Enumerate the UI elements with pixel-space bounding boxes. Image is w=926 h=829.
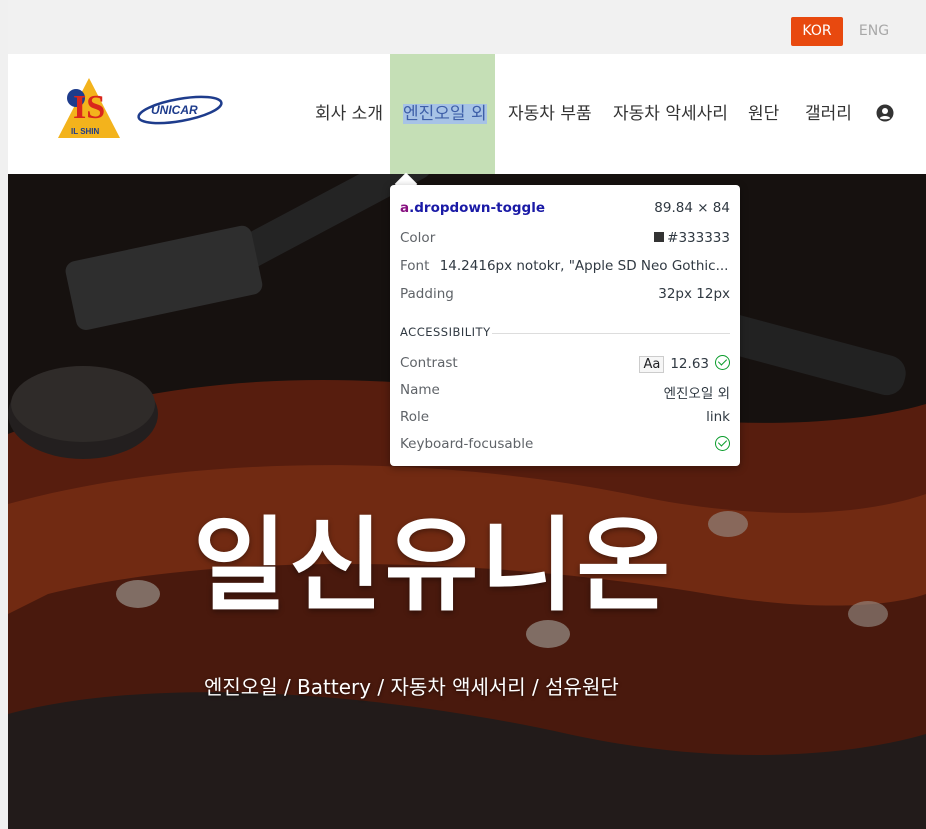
inspector-color-label: Color bbox=[400, 230, 436, 246]
inspector-name-value: 엔진오일 외 bbox=[663, 386, 730, 402]
inspector-role-row: Role link bbox=[400, 409, 730, 425]
inspector-role-label: Role bbox=[400, 409, 430, 425]
nav-auto-accessories[interactable]: 자동차 악세사리 bbox=[613, 54, 728, 174]
nav-company-intro[interactable]: 회사 소개 bbox=[315, 54, 383, 174]
nav-engine-oil-label: 엔진오일 외 bbox=[403, 104, 487, 124]
inspector-class: .dropdown-toggle bbox=[409, 200, 545, 216]
inspector-contrast-label: Contrast bbox=[400, 355, 458, 371]
ilshin-logo-letters: IS bbox=[73, 89, 105, 126]
inspector-color-value: #333333 bbox=[667, 230, 730, 246]
lang-eng-button[interactable]: ENG bbox=[854, 17, 894, 46]
language-bar: KOR ENG bbox=[8, 0, 926, 54]
inspector-dimensions: 89.84 × 84 bbox=[654, 200, 730, 216]
nav-auto-parts[interactable]: 자동차 부품 bbox=[508, 54, 592, 174]
left-edge-strip bbox=[0, 0, 8, 829]
unicar-logo-text: UNICAR bbox=[151, 103, 198, 117]
user-circle-icon[interactable] bbox=[876, 104, 894, 122]
page: KOR ENG IS IL SHIN UNICAR 회사 소개 엔진오일 외 자… bbox=[0, 0, 926, 829]
hero-title: 일신유니온 bbox=[193, 507, 673, 626]
inspector-padding-value: 32px 12px bbox=[658, 286, 730, 302]
color-swatch-icon bbox=[654, 232, 665, 242]
inspector-font-label: Font bbox=[400, 258, 430, 274]
inspector-role-value: link bbox=[706, 409, 730, 425]
site-header: IS IL SHIN UNICAR 회사 소개 엔진오일 외 자동차 부품 자동… bbox=[8, 54, 926, 174]
inspector-name-row: Name 엔진오일 외 bbox=[400, 382, 730, 402]
inspector-tag: a bbox=[400, 200, 410, 216]
inspector-name-label: Name bbox=[400, 382, 440, 398]
inspector-font-value: 14.2416px notokr, "Apple SD Neo Gothic..… bbox=[439, 258, 729, 274]
keyboard-focusable-check-icon bbox=[715, 436, 730, 451]
inspector-keyboard-row: Keyboard-focusable bbox=[400, 436, 730, 452]
inspector-font-row: Font 14.2416px notokr, "Apple SD Neo Got… bbox=[400, 258, 730, 274]
inspector-padding-label: Padding bbox=[400, 286, 454, 302]
inspector-divider bbox=[492, 333, 730, 334]
inspector-tooltip: a.dropdown-toggle 89.84 × 84 Color #3333… bbox=[390, 185, 740, 466]
contrast-pass-check-icon bbox=[715, 355, 730, 370]
inspector-color-row: Color #333333 bbox=[400, 230, 730, 246]
inspector-accessibility-heading: ACCESSIBILITY bbox=[400, 325, 491, 339]
inspector-element-row: a.dropdown-toggle 89.84 × 84 bbox=[400, 200, 730, 216]
inspector-keyboard-label: Keyboard-focusable bbox=[400, 436, 534, 452]
nav-fabric[interactable]: 원단 bbox=[748, 54, 779, 174]
unicar-logo[interactable]: UNICAR bbox=[135, 92, 225, 126]
inspector-padding-row: Padding 32px 12px bbox=[400, 286, 730, 302]
ilshin-logo-caption: IL SHIN bbox=[71, 127, 100, 136]
hero-subtitle: 엔진오일 / Battery / 자동차 액세서리 / 섬유원단 bbox=[204, 675, 619, 699]
nav-gallery[interactable]: 갤러리 bbox=[805, 54, 852, 174]
inspector-contrast-value: 12.63 bbox=[670, 356, 709, 372]
contrast-aa-badge: Aa bbox=[639, 356, 665, 373]
ilshin-logo[interactable]: IS IL SHIN bbox=[56, 76, 122, 140]
lang-kor-button[interactable]: KOR bbox=[791, 17, 843, 46]
inspector-contrast-row: Contrast Aa 12.63 bbox=[400, 355, 730, 373]
nav-engine-oil-dropdown[interactable]: 엔진오일 외 bbox=[390, 54, 495, 174]
